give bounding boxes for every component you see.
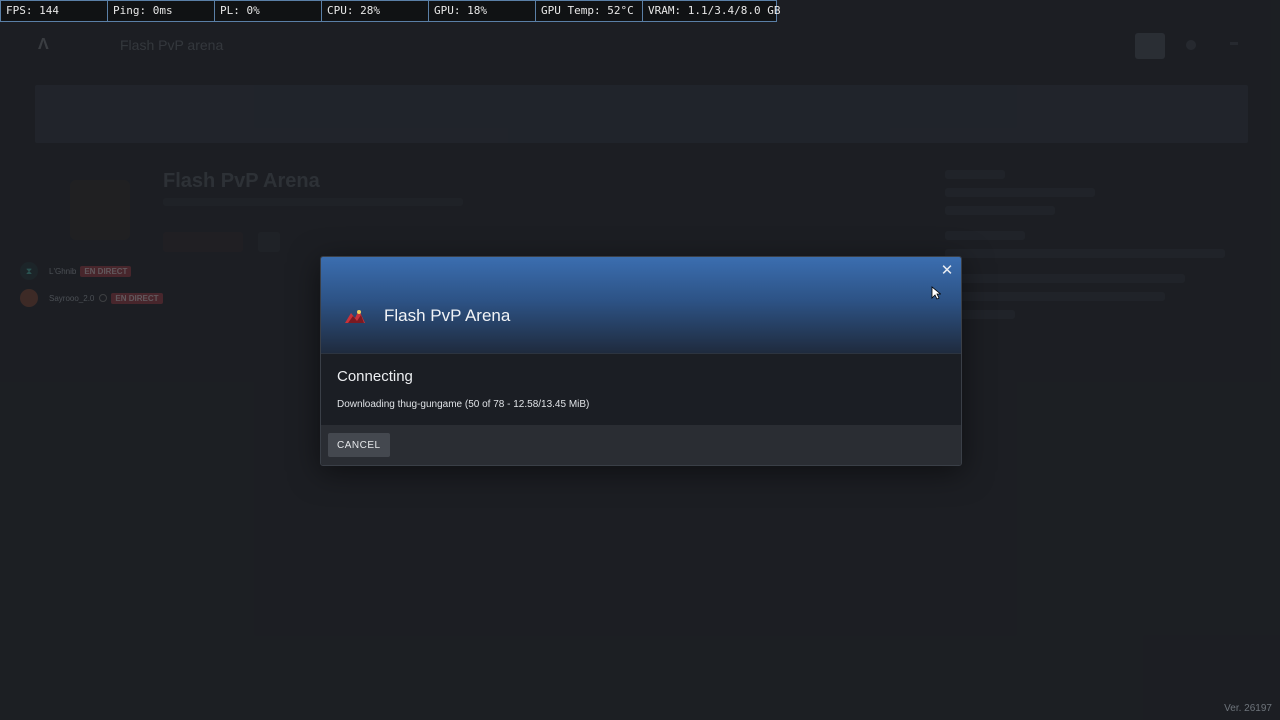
gpu-temp-readout: GPU Temp: 52°C xyxy=(535,0,643,22)
dialog-body: Connecting Downloading thug-gungame (50 … xyxy=(321,354,961,425)
connection-status: Connecting xyxy=(337,368,413,385)
dialog-title: Flash PvP Arena xyxy=(384,306,511,325)
fps-readout: FPS: 144 xyxy=(0,0,108,22)
close-icon[interactable]: ✕ xyxy=(939,263,955,279)
cpu-readout: CPU: 28% xyxy=(321,0,429,22)
dialog-header: ✕ Flash PvP Arena xyxy=(321,257,961,354)
mouse-cursor-icon xyxy=(931,286,941,300)
dialog-footer: CANCEL xyxy=(321,425,961,465)
packet-loss-readout: PL: 0% xyxy=(214,0,322,22)
cancel-button[interactable]: CANCEL xyxy=(328,433,390,457)
game-logo-icon xyxy=(345,310,365,323)
ping-readout: Ping: 0ms xyxy=(107,0,215,22)
download-progress-text: Downloading thug-gungame (50 of 78 - 12.… xyxy=(337,399,590,410)
vram-readout: VRAM: 1.1/3.4/8.0 GB xyxy=(642,0,780,22)
version-label: Ver. 26197 xyxy=(1224,703,1272,714)
performance-overlay: FPS: 144 Ping: 0ms PL: 0% CPU: 28% GPU: … xyxy=(0,0,780,22)
connecting-dialog: ✕ Flash PvP Arena Connecting Downloading… xyxy=(320,256,962,466)
gpu-readout: GPU: 18% xyxy=(428,0,536,22)
